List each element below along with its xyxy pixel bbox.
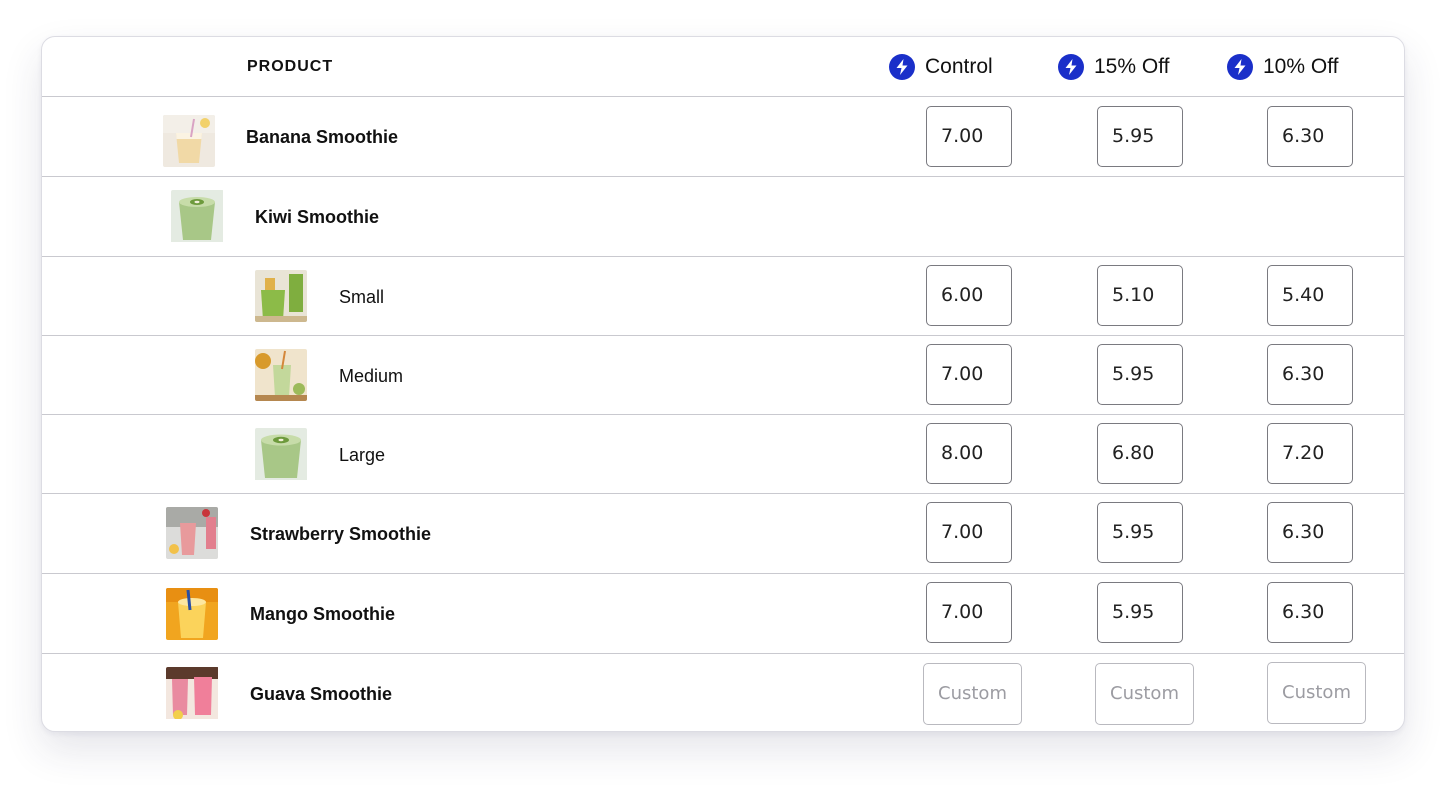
guava-smoothie-image [166, 667, 219, 721]
column-label: 10% Off [1263, 55, 1339, 78]
control-price-input[interactable]: 6.00 [926, 265, 1012, 326]
column-label: Control [925, 55, 993, 78]
10-off-price-input[interactable]: 6.30 [1267, 502, 1353, 563]
10-off-price-input[interactable]: 6.30 [1267, 344, 1353, 405]
15-off-custom-price-input[interactable]: Custom [1095, 663, 1194, 725]
lightning-bolt-icon [1227, 54, 1253, 80]
strawberry-smoothie-image [166, 507, 218, 559]
large-kiwi-smoothie-image [255, 428, 307, 483]
product-name: Strawberry Smoothie [250, 524, 432, 544]
table-row: Mango Smoothie 7.00 5.95 6.30 [42, 574, 1404, 654]
small-kiwi-smoothie-image [255, 270, 307, 322]
variant-name: Small [339, 287, 385, 307]
control-price-input[interactable]: 7.00 [926, 344, 1012, 405]
column-header-10-off: 10% Off [1227, 53, 1339, 81]
lightning-bolt-icon [889, 54, 915, 80]
15-off-price-input[interactable]: 5.10 [1097, 265, 1183, 326]
column-header-15-off: 15% Off [1058, 53, 1170, 81]
variant-name: Medium [339, 366, 404, 386]
pricing-table-card: PRODUCT Control 15% Off 10% Off Banana S… [41, 36, 1405, 732]
10-off-price-input[interactable]: 5.40 [1267, 265, 1353, 326]
15-off-price-input[interactable]: 5.95 [1097, 502, 1183, 563]
15-off-price-input[interactable]: 5.95 [1097, 582, 1183, 643]
15-off-price-input[interactable]: 5.95 [1097, 106, 1183, 167]
product-name: Mango Smoothie [250, 604, 395, 624]
product-name: Guava Smoothie [250, 684, 393, 704]
banana-smoothie-image [163, 115, 215, 167]
table-row: Large 8.00 6.80 7.20 [42, 415, 1404, 494]
control-price-input[interactable]: 8.00 [926, 423, 1012, 484]
column-label: 15% Off [1094, 55, 1170, 78]
control-custom-price-input[interactable]: Custom [923, 663, 1022, 725]
product-name: Kiwi Smoothie [255, 207, 380, 227]
table-row: Kiwi Smoothie [42, 177, 1404, 257]
table-row: Banana Smoothie 7.00 5.95 6.30 [42, 97, 1404, 177]
variant-name: Large [339, 445, 386, 465]
control-price-input[interactable]: 7.00 [926, 582, 1012, 643]
15-off-price-input[interactable]: 6.80 [1097, 423, 1183, 484]
control-price-input[interactable]: 7.00 [926, 106, 1012, 167]
10-off-price-input[interactable]: 6.30 [1267, 582, 1353, 643]
table-row: Medium 7.00 5.95 6.30 [42, 336, 1404, 415]
10-off-custom-price-input[interactable]: Custom [1267, 662, 1366, 724]
control-price-input[interactable]: 7.00 [926, 502, 1012, 563]
10-off-price-input[interactable]: 7.20 [1267, 423, 1353, 484]
product-column-header: PRODUCT [247, 58, 334, 75]
kiwi-smoothie-image [171, 190, 224, 244]
column-header-control: Control [889, 53, 993, 81]
table-row: Guava Smoothie Custom Custom Custom [42, 654, 1404, 731]
mango-smoothie-image [166, 588, 218, 640]
table-row: Strawberry Smoothie 7.00 5.95 6.30 [42, 494, 1404, 574]
10-off-price-input[interactable]: 6.30 [1267, 106, 1353, 167]
table-header: PRODUCT Control 15% Off 10% Off [42, 37, 1404, 97]
table-row: Small 6.00 5.10 5.40 [42, 257, 1404, 336]
lightning-bolt-icon [1058, 54, 1084, 80]
15-off-price-input[interactable]: 5.95 [1097, 344, 1183, 405]
product-name: Banana Smoothie [246, 127, 399, 147]
medium-kiwi-smoothie-image [255, 349, 307, 401]
